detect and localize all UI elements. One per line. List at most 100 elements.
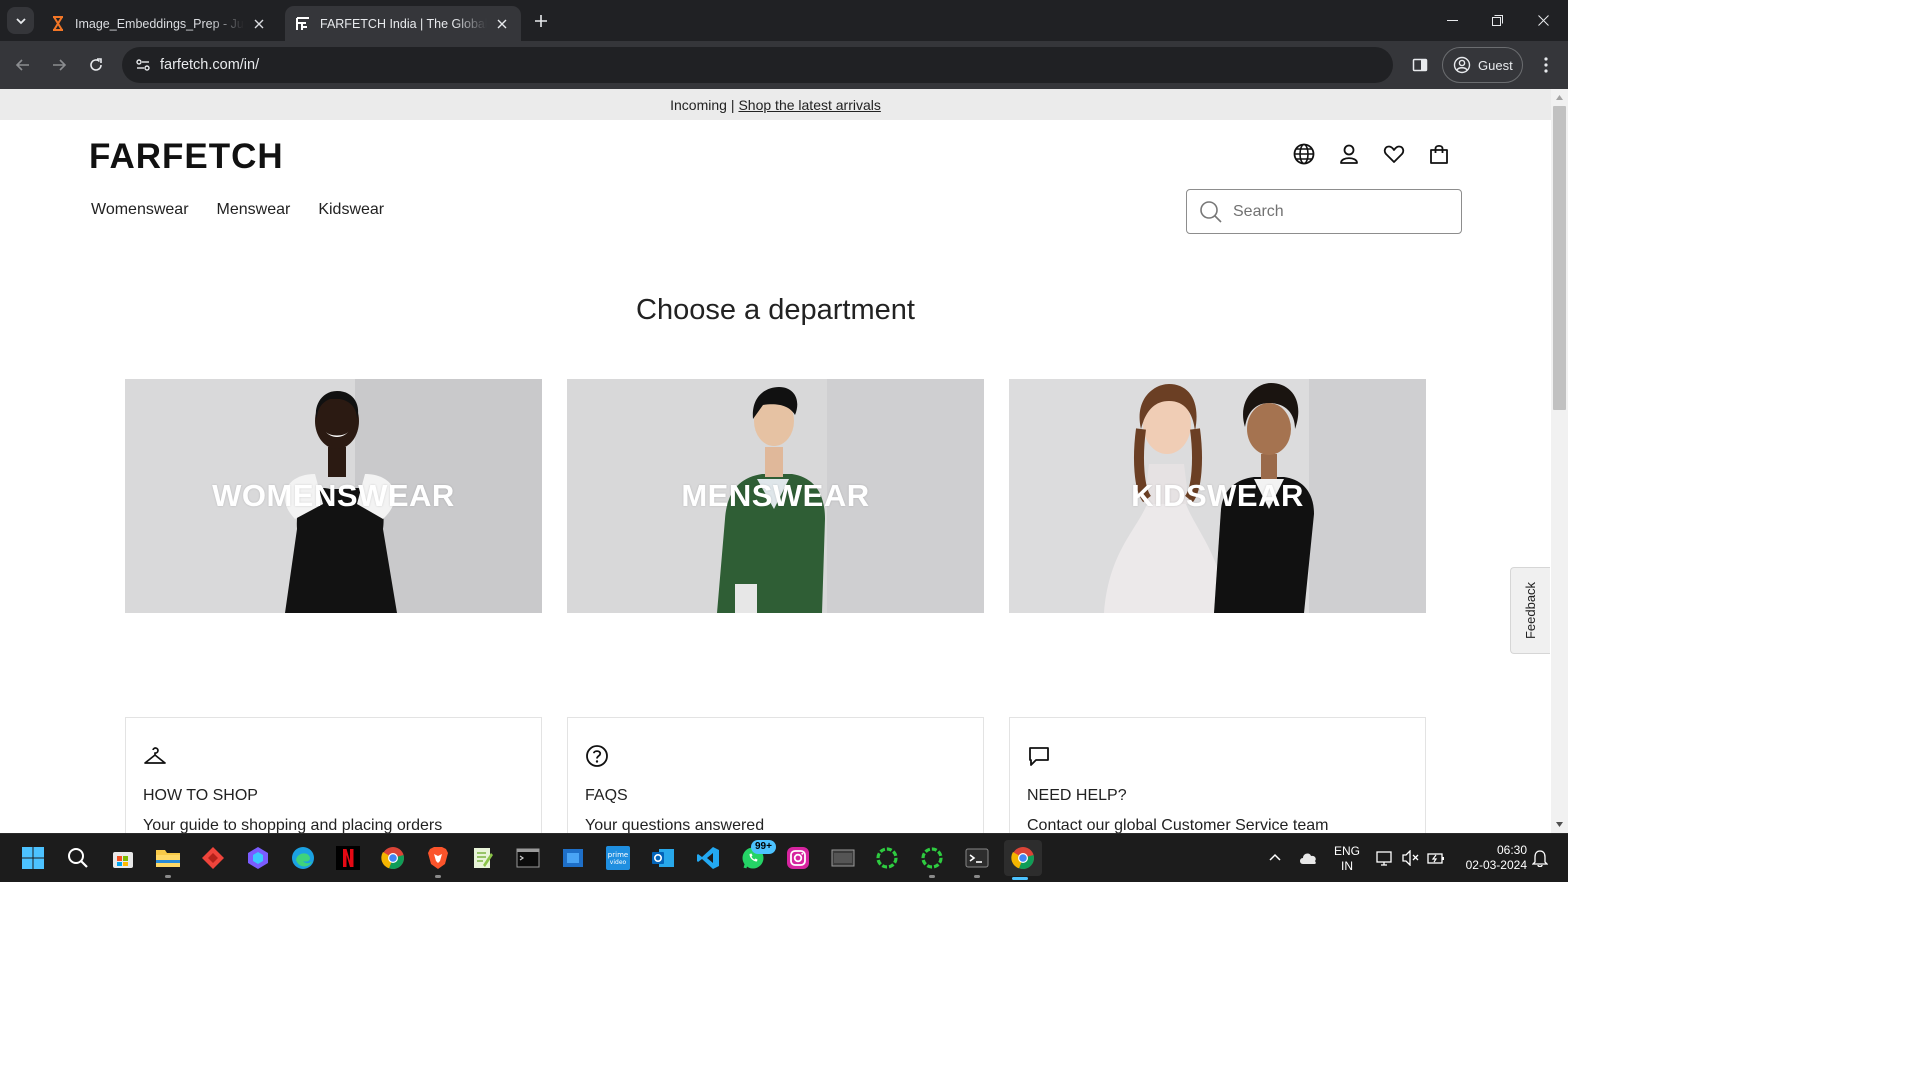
shopping-bag-icon[interactable] <box>1426 141 1452 167</box>
plus-icon <box>535 15 547 27</box>
instagram-app[interactable] <box>782 842 814 874</box>
tab-title: Image_Embeddings_Prep - Jupyter <box>75 16 244 31</box>
back-button[interactable] <box>9 51 37 79</box>
start-button[interactable] <box>17 842 49 874</box>
page-title: Choose a department <box>636 294 915 326</box>
tab-search-dropdown[interactable] <box>7 7 34 34</box>
department-card-kidswear[interactable]: KIDSWEAR <box>1009 379 1426 613</box>
close-icon[interactable] <box>493 15 511 33</box>
side-panel-button[interactable] <box>1406 51 1434 79</box>
account-icon[interactable] <box>1336 141 1362 167</box>
green-ring-app-1[interactable] <box>871 842 903 874</box>
department-card-menswear[interactable]: MENSWEAR <box>567 379 984 613</box>
minimize-button[interactable] <box>1429 0 1475 41</box>
question-circle-icon <box>586 745 608 767</box>
notepad-plus-icon <box>474 848 493 868</box>
search-icon <box>68 848 88 868</box>
feedback-tab[interactable]: Feedback <box>1510 567 1550 654</box>
need-help-card[interactable]: NEED HELP? Contact our global Customer S… <box>1009 717 1426 833</box>
restore-button[interactable] <box>1474 0 1520 41</box>
terminal-app[interactable] <box>961 842 993 878</box>
sandbox-app[interactable] <box>557 842 589 874</box>
close-window-button[interactable] <box>1520 0 1566 41</box>
notepad-plus-app[interactable] <box>467 842 499 874</box>
folder-icon <box>156 850 180 867</box>
outlook-app[interactable] <box>647 842 679 874</box>
minimize-icon <box>1446 20 1458 21</box>
chrome-app[interactable] <box>377 842 409 874</box>
windows-logo-icon <box>22 847 44 869</box>
chevron-up-icon <box>1269 853 1281 861</box>
feedback-label: Feedback <box>1523 581 1538 640</box>
search-box[interactable] <box>1186 189 1462 234</box>
scroll-down-icon[interactable] <box>1555 820 1564 829</box>
outlook-icon <box>652 849 674 867</box>
site-info-icon[interactable] <box>126 51 160 79</box>
green-ring-app-2[interactable] <box>916 842 948 878</box>
brave-app[interactable] <box>422 842 454 878</box>
edge-icon <box>292 847 314 869</box>
faqs-card[interactable]: FAQS Your questions answered <box>567 717 984 833</box>
microsoft-store-app[interactable] <box>107 842 139 874</box>
language-indicator[interactable]: ENG IN <box>1334 844 1360 874</box>
globe-icon[interactable] <box>1291 141 1317 167</box>
cloud-icon <box>1300 853 1316 864</box>
scrollbar-thumb[interactable] <box>1553 106 1566 410</box>
vscode-app[interactable] <box>692 842 724 874</box>
close-icon[interactable] <box>250 15 268 33</box>
netflix-app[interactable] <box>332 842 364 874</box>
nav-menswear[interactable]: Menswear <box>217 201 291 219</box>
netflix-icon <box>336 846 360 870</box>
tray-overflow-button[interactable] <box>1262 842 1288 874</box>
file-explorer-app[interactable] <box>152 842 184 878</box>
battery-tray[interactable] <box>1423 842 1449 874</box>
onedrive-tray[interactable] <box>1294 842 1322 874</box>
close-icon <box>1537 15 1549 26</box>
network-tray[interactable] <box>1372 842 1398 874</box>
copilot-app[interactable] <box>242 842 274 874</box>
scroll-up-icon[interactable] <box>1555 93 1564 102</box>
notification-badge: 99+ <box>751 840 776 854</box>
url-text[interactable]: farfetch.com/in/ <box>160 57 259 73</box>
virtual-machine-app[interactable] <box>827 842 859 874</box>
anydesk-app[interactable] <box>197 842 229 874</box>
how-to-shop-card[interactable]: HOW TO SHOP Your guide to shopping and p… <box>125 717 542 833</box>
command-prompt-app[interactable] <box>512 842 544 874</box>
bell-icon <box>1532 850 1548 867</box>
arrow-left-icon <box>15 59 29 71</box>
nav-womenswear[interactable]: Womenswear <box>91 201 189 219</box>
profile-button[interactable]: Guest <box>1442 47 1523 83</box>
search-input[interactable] <box>1233 202 1433 221</box>
volume-tray[interactable] <box>1398 842 1424 874</box>
wishlist-heart-icon[interactable] <box>1381 141 1407 167</box>
farfetch-logo[interactable]: FARFETCH <box>89 137 284 177</box>
running-indicator <box>974 875 980 878</box>
edge-app[interactable] <box>287 842 319 874</box>
system-clock[interactable]: 06:30 02-03-2024 <box>1457 843 1527 873</box>
prime-video-app[interactable]: prime video <box>602 842 634 874</box>
whatsapp-app[interactable]: 99+ <box>737 840 776 874</box>
tab-farfetch[interactable]: FARFETCH India | The Global Destination <box>285 6 521 41</box>
announcement-prefix: Incoming | <box>670 96 735 113</box>
svg-text:video: video <box>610 859 627 866</box>
account-circle-icon <box>1453 56 1471 74</box>
shop-latest-arrivals-link[interactable]: Shop the latest arrivals <box>738 97 880 113</box>
nav-kidswear[interactable]: Kidswear <box>318 201 384 219</box>
browser-menu-button[interactable] <box>1532 51 1560 79</box>
page-scrollbar[interactable] <box>1551 89 1568 833</box>
department-card-womenswear[interactable]: WOMENSWEAR <box>125 379 542 613</box>
network-icon <box>1376 851 1392 866</box>
new-tab-button[interactable] <box>529 9 553 33</box>
browser-tab-bar: Image_Embeddings_Prep - Jupyter FARFETCH… <box>0 0 1568 41</box>
taskbar-search-button[interactable] <box>62 842 94 874</box>
chrome-app-active[interactable] <box>1004 840 1042 880</box>
reload-button[interactable] <box>82 51 110 79</box>
notifications-button[interactable] <box>1527 842 1553 874</box>
brave-icon <box>428 847 448 869</box>
address-bar[interactable]: farfetch.com/in/ <box>122 47 1393 83</box>
tab-jupyter[interactable]: Image_Embeddings_Prep - Jupyter <box>40 6 278 41</box>
forward-button[interactable] <box>45 51 73 79</box>
browser-toolbar: farfetch.com/in/ Guest <box>0 41 1568 89</box>
clock-time: 06:30 <box>1496 843 1527 857</box>
card-description: Your guide to shopping and placing order… <box>143 817 443 833</box>
